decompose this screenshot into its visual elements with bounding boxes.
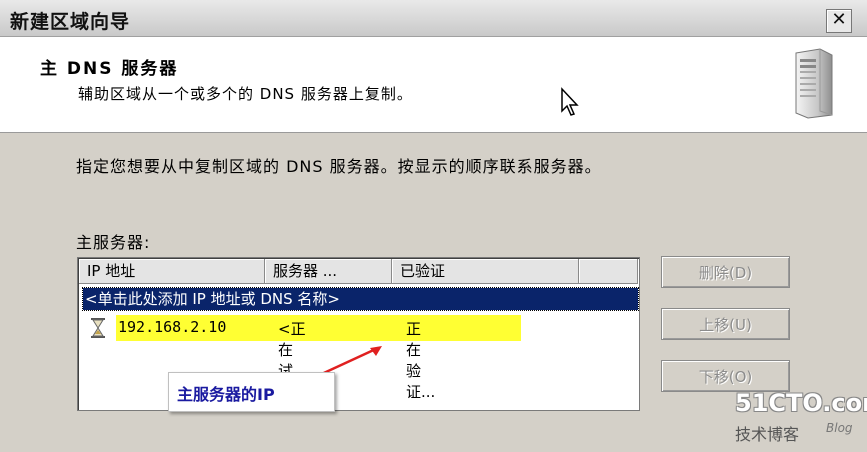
server-tower-icon (795, 48, 833, 119)
mouse-pointer-icon (561, 87, 579, 116)
watermark-subtitle: 技术博客 (735, 425, 800, 444)
instruction-text: 指定您想要从中复制区域的 DNS 服务器。按显示的顺序联系服务器。 (76, 157, 602, 176)
master-servers-label: 主服务器: (76, 233, 151, 252)
wizard-header: 主 DNS 服务器 辅助区域从一个或多个的 DNS 服务器上复制。 (0, 37, 867, 133)
list-header: IP 地址 服务器 ... 已验证 (79, 259, 638, 284)
window-title: 新建区域向导 (10, 11, 131, 33)
watermark-logo: 51CTO.com (735, 389, 867, 417)
new-zone-wizard-window: 新建区域向导 ✕ 主 DNS 服务器 辅助区域从一个或多个的 DNS 服务器上复… (0, 0, 867, 452)
delete-button[interactable]: 删除(D) (661, 256, 790, 288)
move-down-button[interactable]: 下移(O) (661, 360, 790, 392)
hourglass-icon (91, 318, 105, 338)
annotation-callout: 主服务器的IP (168, 372, 335, 412)
close-button[interactable]: ✕ (826, 9, 852, 33)
row-ip-address: 192.168.2.10 (118, 318, 227, 336)
annotation-text: 主服务器的IP (177, 385, 275, 404)
title-bar: 新建区域向导 ✕ (0, 0, 867, 37)
column-server-name[interactable]: 服务器 ... (265, 259, 392, 283)
column-extra[interactable] (579, 259, 638, 283)
add-server-row[interactable]: <单击此处添加 IP 地址或 DNS 名称> (82, 287, 639, 311)
watermark-blog: Blog (826, 421, 853, 435)
page-subtitle: 辅助区域从一个或多个的 DNS 服务器上复制。 (78, 85, 413, 103)
move-up-button[interactable]: 上移(U) (661, 308, 790, 340)
column-validated[interactable]: 已验证 (392, 259, 579, 283)
row-validated-status: 正在验证... (406, 320, 436, 401)
column-ip-address[interactable]: IP 地址 (79, 259, 265, 283)
page-title: 主 DNS 服务器 (40, 59, 179, 79)
